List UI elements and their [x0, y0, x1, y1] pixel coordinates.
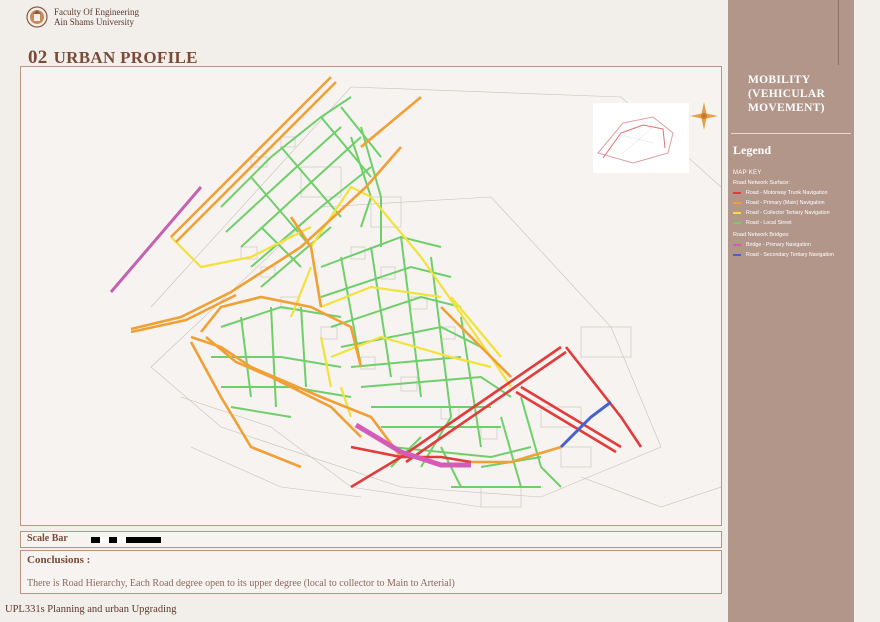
legend-item-bridge-primary: Bridge - Primary Navigation — [733, 240, 834, 250]
legend-title: Legend — [733, 143, 772, 157]
faculty-label: Faculty Of Engineering — [54, 7, 139, 17]
legend-group-bridges: Road Network Bridges: — [733, 232, 790, 238]
legend-item-label: Bridge - Primary Navigation — [746, 242, 811, 248]
sidebar-edge-line — [838, 0, 839, 65]
legend-item-local: Road - Local Street — [733, 218, 834, 228]
course-footer: UPL331s Planning and urban Upgrading — [5, 604, 177, 615]
bridges — [109, 186, 612, 468]
legend-item-label: Road - Motorway Trunk Navigation — [746, 190, 828, 196]
scale-bar — [91, 537, 161, 543]
conclusions-text: There is Road Hierarchy, Each Road degre… — [27, 578, 455, 589]
sidebar-divider — [731, 133, 851, 134]
north-arrow-icon — [690, 102, 718, 130]
legend-group-surface: Road Network Surface: — [733, 180, 790, 186]
primary-roads — [130, 76, 562, 469]
section-number: 02 — [28, 47, 48, 68]
map-key: MAP KEY Road Network Surface: Road - Mot… — [733, 170, 834, 260]
legend-item-label: Road - Secondary Tertiary Navigation — [746, 252, 834, 258]
university-logo-icon — [26, 6, 48, 28]
legend-item-label: Road - Local Street — [746, 220, 792, 226]
legend-item-label: Road - Primary (Main) Navigation — [746, 200, 825, 206]
motorway-roads — [350, 345, 643, 489]
legend-item-primary: Road - Primary (Main) Navigation — [733, 198, 834, 208]
scale-bar-label: Scale Bar — [27, 533, 68, 544]
map-panel — [20, 66, 722, 526]
sidebar-title: MOBILITY (VEHICULAR MOVEMENT) — [748, 74, 826, 114]
inset-map-drawing — [593, 103, 689, 173]
university-label: Ain Shams University — [54, 17, 134, 27]
sidebar-panel: MOBILITY (VEHICULAR MOVEMENT) Legend MAP… — [728, 0, 854, 622]
legend-item-label: Road - Collector Tertiary Navigation — [746, 210, 830, 216]
map-key-heading: MAP KEY — [733, 170, 762, 176]
location-inset-map — [593, 103, 689, 173]
scale-bar-panel: Scale Bar — [20, 531, 722, 548]
legend-item-collector: Road - Collector Tertiary Navigation — [733, 208, 834, 218]
conclusions-title: Conclusions : — [27, 554, 91, 566]
legend-item-motorway: Road - Motorway Trunk Navigation — [733, 188, 834, 198]
section-title: URBAN PROFILE — [53, 48, 198, 67]
header: Faculty Of Engineering Ain Shams Univers… — [26, 4, 139, 30]
institution-name: Faculty Of Engineering Ain Shams Univers… — [54, 7, 139, 27]
legend-item-secondary: Road - Secondary Tertiary Navigation — [733, 250, 834, 260]
conclusions-panel: Conclusions : There is Road Hierarchy, E… — [20, 550, 722, 594]
